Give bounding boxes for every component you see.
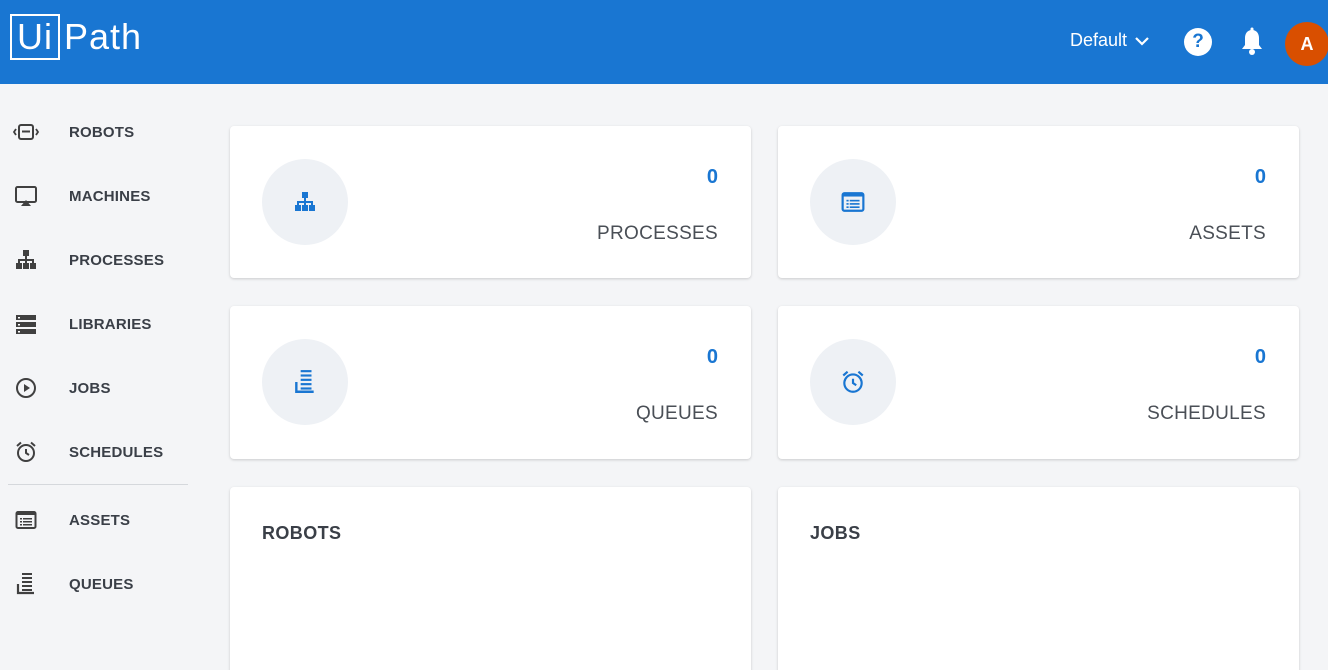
list-box-icon xyxy=(841,192,865,212)
sidebar-item-assets[interactable]: ASSETS xyxy=(0,500,190,540)
stat-icon-circle xyxy=(810,159,896,245)
sidebar-item-label: SCHEDULES xyxy=(69,443,164,461)
sidebar-item-label: LIBRARIES xyxy=(69,315,152,333)
sitemap-icon xyxy=(12,246,40,274)
panel-title: ROBOTS xyxy=(262,523,342,543)
sidebar-item-queues[interactable]: QUEUES xyxy=(0,564,190,604)
list-box-icon xyxy=(12,506,40,534)
sidebar-item-label: ROBOTS xyxy=(69,123,135,141)
processes-stat-card[interactable]: 0 PROCESSES xyxy=(230,126,751,278)
stat-count: 0 xyxy=(1254,346,1266,368)
queue-icon xyxy=(12,570,40,598)
avatar[interactable]: A xyxy=(1285,22,1328,66)
logo-ui: Ui xyxy=(10,14,60,60)
stat-count: 0 xyxy=(706,346,718,368)
sidebar-item-label: ASSETS xyxy=(69,511,131,529)
sidebar-item-label: PROCESSES xyxy=(69,251,165,269)
sidebar-item-label: JOBS xyxy=(69,379,111,397)
queue-icon xyxy=(295,370,314,393)
stat-icon-circle xyxy=(262,159,348,245)
sidebar-divider xyxy=(8,484,188,485)
sidebar-item-label: MACHINES xyxy=(69,187,151,205)
bell-icon xyxy=(1242,27,1262,55)
library-icon xyxy=(12,310,40,338)
tenant-selector[interactable]: Default xyxy=(1070,30,1149,51)
stat-icon-circle xyxy=(262,339,348,425)
chevron-down-icon xyxy=(1135,36,1149,46)
panel-title: JOBS xyxy=(810,523,861,543)
schedules-stat-card[interactable]: 0 SCHEDULES xyxy=(778,306,1299,459)
stat-label: SCHEDULES xyxy=(1147,403,1266,424)
robot-icon xyxy=(12,118,40,146)
sidebar-item-jobs[interactable]: JOBS xyxy=(0,368,190,408)
play-circle-icon xyxy=(12,374,40,402)
sidebar-item-robots[interactable]: ROBOTS xyxy=(0,112,190,152)
sitemap-icon xyxy=(295,192,315,211)
monitor-icon xyxy=(12,182,40,210)
robots-panel: ROBOTS xyxy=(230,487,751,670)
stat-icon-circle xyxy=(810,339,896,425)
stat-label: ASSETS xyxy=(1189,223,1266,244)
sidebar: ROBOTS MACHINES PROCESSES LIBRARIES JOBS… xyxy=(0,84,200,670)
sidebar-item-libraries[interactable]: LIBRARIES xyxy=(0,304,190,344)
notifications-button[interactable] xyxy=(1238,26,1266,58)
top-bar: Ui Path Default ? A xyxy=(0,0,1328,84)
stat-count: 0 xyxy=(706,166,718,188)
sidebar-item-schedules[interactable]: SCHEDULES xyxy=(0,432,190,472)
logo-path: Path xyxy=(64,16,143,57)
help-button[interactable]: ? xyxy=(1184,28,1212,56)
avatar-initial: A xyxy=(1300,33,1314,54)
stat-label: QUEUES xyxy=(635,403,718,424)
stat-count: 0 xyxy=(1254,166,1266,188)
uipath-logo[interactable]: Ui Path xyxy=(10,13,142,61)
jobs-panel: JOBS xyxy=(778,487,1299,670)
tenant-name: Default xyxy=(1070,30,1128,50)
alarm-clock-icon xyxy=(12,438,40,466)
sidebar-item-machines[interactable]: MACHINES xyxy=(0,176,190,216)
queues-stat-card[interactable]: 0 QUEUES xyxy=(230,306,751,459)
question-icon: ? xyxy=(1192,31,1204,52)
sidebar-item-label: QUEUES xyxy=(69,575,134,593)
assets-stat-card[interactable]: 0 ASSETS xyxy=(778,126,1299,278)
alarm-clock-icon xyxy=(842,370,864,393)
stat-label: PROCESSES xyxy=(597,223,718,244)
sidebar-item-processes[interactable]: PROCESSES xyxy=(0,240,190,280)
